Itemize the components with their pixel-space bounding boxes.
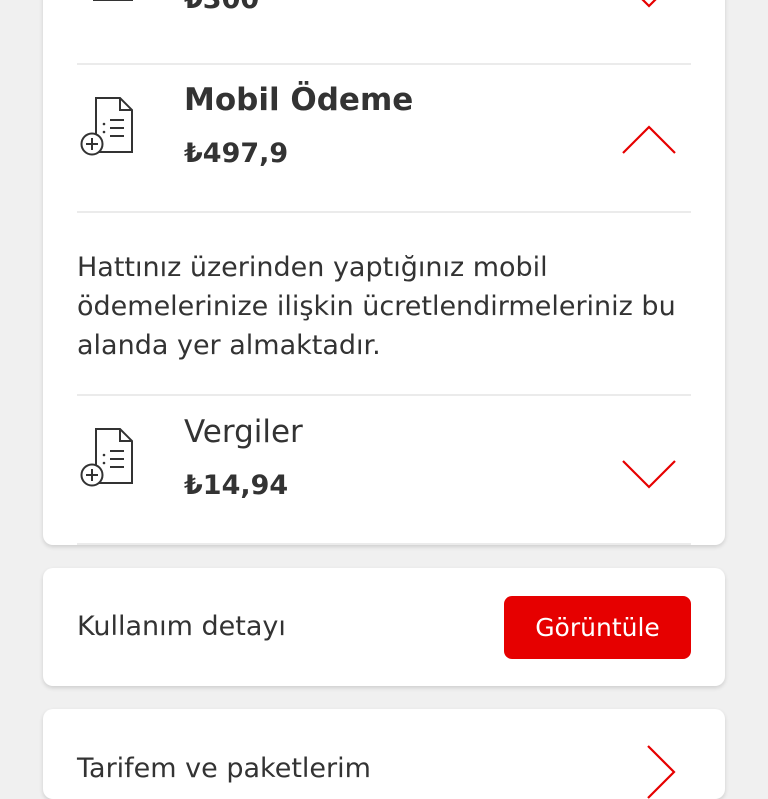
tariff-card[interactable]: Tarifem ve paketlerim [43,709,725,799]
divider [77,211,691,213]
usage-detail-label: Kullanım detayı [77,611,286,642]
chevron-down-icon[interactable] [620,0,678,10]
document-plus-icon [93,0,133,1]
divider [77,543,691,545]
bill-item-amount: ₺497,9 [184,138,289,169]
tariff-label: Tarifem ve paketlerim [77,753,371,784]
document-plus-icon [80,97,133,156]
chevron-down-icon[interactable] [620,457,678,491]
chevron-right-icon[interactable] [644,743,678,799]
bill-details-card: ₺300 Mobil Ödeme ₺497,9 Hattınız üzerind… [43,0,725,545]
bill-item-amount: ₺300 [184,0,259,16]
chevron-up-icon[interactable] [620,123,678,157]
usage-detail-card: Kullanım detayı Görüntüle [43,568,725,686]
view-button[interactable]: Görüntüle [504,596,691,659]
mobile-payment-description: Hattınız üzerinden yaptığınız mobil ödem… [77,252,676,361]
bill-item-title: Vergiler [184,414,303,450]
divider [77,63,691,65]
bill-item-amount: ₺14,94 [184,470,289,501]
document-plus-icon [80,428,133,487]
bill-item-title: Mobil Ödeme [184,82,414,118]
divider [77,394,691,396]
